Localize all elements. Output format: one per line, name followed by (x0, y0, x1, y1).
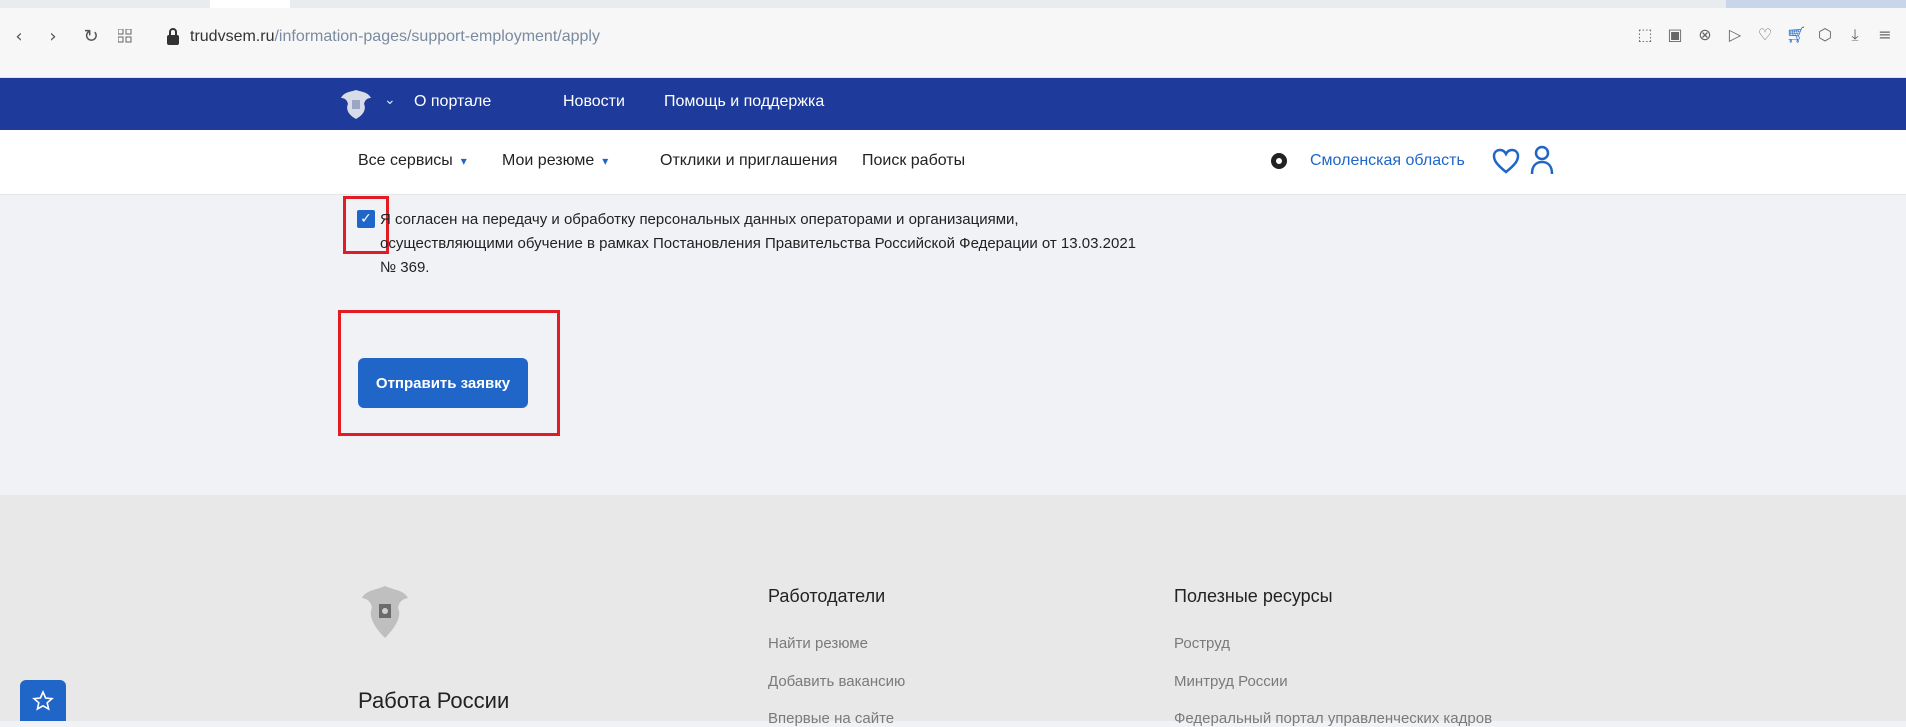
address-bar[interactable]: trudvsem.ru/information-pages/support-em… (190, 28, 600, 46)
footer-link-find-resume[interactable]: Найти резюме (768, 635, 868, 652)
footer-col-title-resources: Полезные ресурсы (1174, 586, 1333, 606)
cube-icon[interactable]: ⬡ (1816, 25, 1834, 45)
back-icon[interactable]: ‹ (8, 25, 30, 47)
footer-col-title-employers: Работодатели (768, 586, 886, 606)
extension-icons: ⬚ ▣ ⊗ ▷ ♡ 🛒︎ ⬡ ⤓ ≡ (1636, 25, 1894, 45)
url-path: /information-pages/support-employment/ap… (274, 28, 600, 45)
forward-icon[interactable]: › (42, 25, 64, 47)
main-nav: Все сервисы ▾ Мои резюме ▾ Отклики и пригл… (0, 130, 1906, 195)
user-profile-icon[interactable] (1530, 144, 1554, 176)
top-header: ⌄ О портале Новости Помощь и поддержка (0, 78, 1906, 130)
reload-icon[interactable]: ↻ (80, 25, 102, 47)
url-host: trudvsem.ru (190, 28, 275, 45)
footer (0, 495, 1906, 721)
apps-icon[interactable] (114, 25, 136, 47)
lock-icon (166, 28, 180, 46)
bookmark-star-button[interactable] (20, 680, 66, 721)
top-link-help[interactable]: Помощь и поддержка (664, 93, 824, 111)
emblem-icon[interactable] (338, 86, 374, 122)
footer-link-first-time[interactable]: Впервые на сайте (768, 710, 894, 727)
footer-link-add-vacancy[interactable]: Добавить вакансию (768, 673, 905, 690)
nav-my-resumes[interactable]: Мои резюме ▾ (502, 152, 608, 170)
heart-icon[interactable]: ♡ (1756, 25, 1774, 45)
footer-link-fed-portal[interactable]: Федеральный портал управленческих кадров (1174, 710, 1492, 727)
cart-icon[interactable]: 🛒︎ (1786, 25, 1806, 45)
emblem-icon (358, 582, 412, 642)
browser-toolbar: ‹ › ↻ trudvsem.ru/information-pages/supp… (0, 0, 1906, 78)
eye-icon[interactable] (1268, 152, 1290, 170)
nav-all-services-label: Все сервисы (358, 152, 453, 169)
active-tab[interactable] (210, 0, 290, 8)
camera-icon[interactable]: ▣ (1666, 25, 1684, 45)
region-selector[interactable]: Смоленская область (1310, 152, 1465, 170)
menu-icon[interactable]: ≡ (1876, 25, 1894, 45)
footer-link-rostrud[interactable]: Роструд (1174, 635, 1230, 652)
caret-down-icon: ▾ (602, 154, 609, 168)
tab-strip-accent (1726, 0, 1906, 8)
nav-all-services[interactable]: Все сервисы ▾ (358, 152, 467, 170)
top-link-news[interactable]: Новости (563, 93, 625, 111)
footer-brand: Работа России (358, 688, 510, 713)
nav-my-resumes-label: Мои резюме (502, 152, 595, 169)
top-link-about[interactable]: О портале (414, 93, 491, 111)
shield-icon[interactable]: ⊗ (1696, 25, 1714, 45)
screenshot-icon[interactable]: ⬚ (1636, 25, 1654, 45)
nav-job-search[interactable]: Поиск работы (862, 152, 965, 170)
submit-application-button[interactable]: Отправить заявку (358, 358, 528, 408)
play-icon[interactable]: ▷ (1726, 25, 1744, 45)
consent-text: Я согласен на передачу и обработку персо… (380, 211, 1136, 276)
nav-responses[interactable]: Отклики и приглашения (660, 152, 837, 170)
consent-checkbox[interactable]: ✓ (357, 210, 375, 228)
footer-link-mintrud[interactable]: Минтруд России (1174, 673, 1288, 690)
favorites-heart-icon[interactable] (1492, 148, 1520, 174)
caret-down-icon: ▾ (460, 154, 467, 168)
star-icon (32, 689, 54, 711)
chevron-down-icon[interactable]: ⌄ (384, 92, 396, 108)
download-icon[interactable]: ⤓ (1846, 25, 1864, 45)
